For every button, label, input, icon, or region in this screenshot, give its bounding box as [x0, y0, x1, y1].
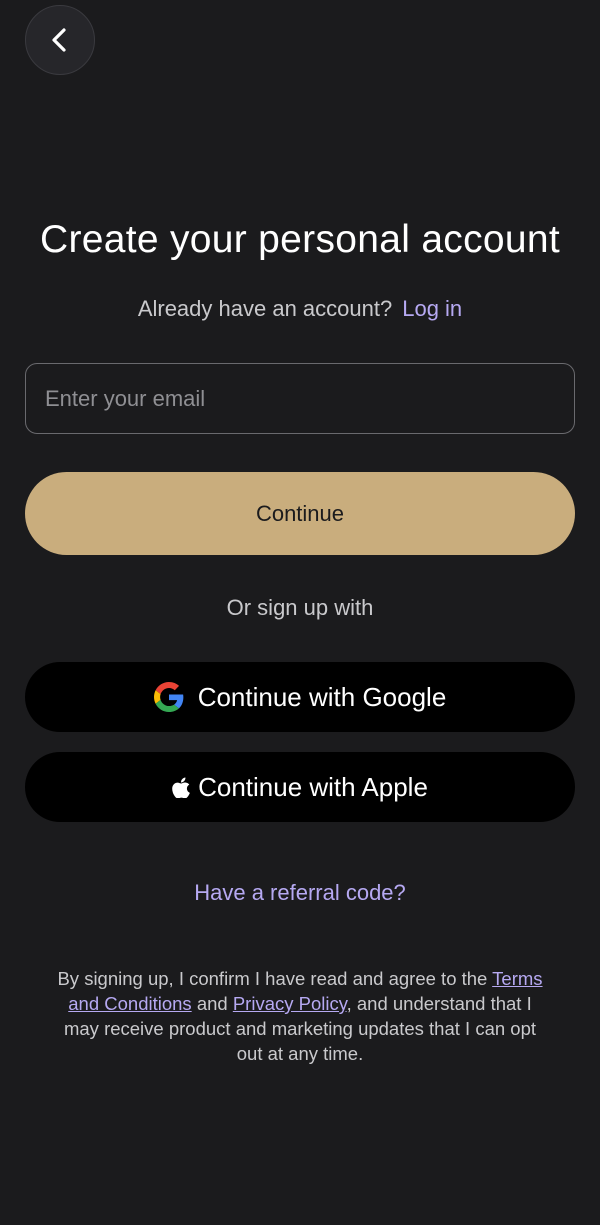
apple-icon: [172, 777, 190, 798]
page-title: Create your personal account: [39, 218, 561, 261]
privacy-policy-link[interactable]: Privacy Policy: [233, 993, 347, 1014]
continue-with-apple-button[interactable]: Continue with Apple: [25, 752, 575, 822]
sign-up-divider-text: Or sign up with: [226, 595, 374, 620]
google-icon: [153, 682, 184, 712]
email-field[interactable]: [25, 363, 575, 434]
legal-and: and: [196, 993, 228, 1014]
apple-button-label: Continue with Apple: [198, 771, 428, 802]
legal-prefix: By signing up, I confirm I have read and…: [57, 968, 488, 989]
login-prompt-text: Already have an account?: [137, 296, 393, 321]
continue-button[interactable]: Continue: [25, 472, 575, 555]
login-link[interactable]: Log in: [402, 296, 462, 321]
chevron-left-icon: [52, 28, 66, 52]
back-button[interactable]: [25, 5, 95, 75]
login-prompt-row: Already have an account? Log in: [0, 296, 600, 322]
referral-code-link[interactable]: Have a referral code?: [0, 880, 600, 906]
continue-with-google-button[interactable]: Continue with Google: [25, 662, 575, 732]
legal-disclaimer: By signing up, I confirm I have read and…: [50, 966, 550, 1066]
google-button-label: Continue with Google: [197, 681, 447, 712]
